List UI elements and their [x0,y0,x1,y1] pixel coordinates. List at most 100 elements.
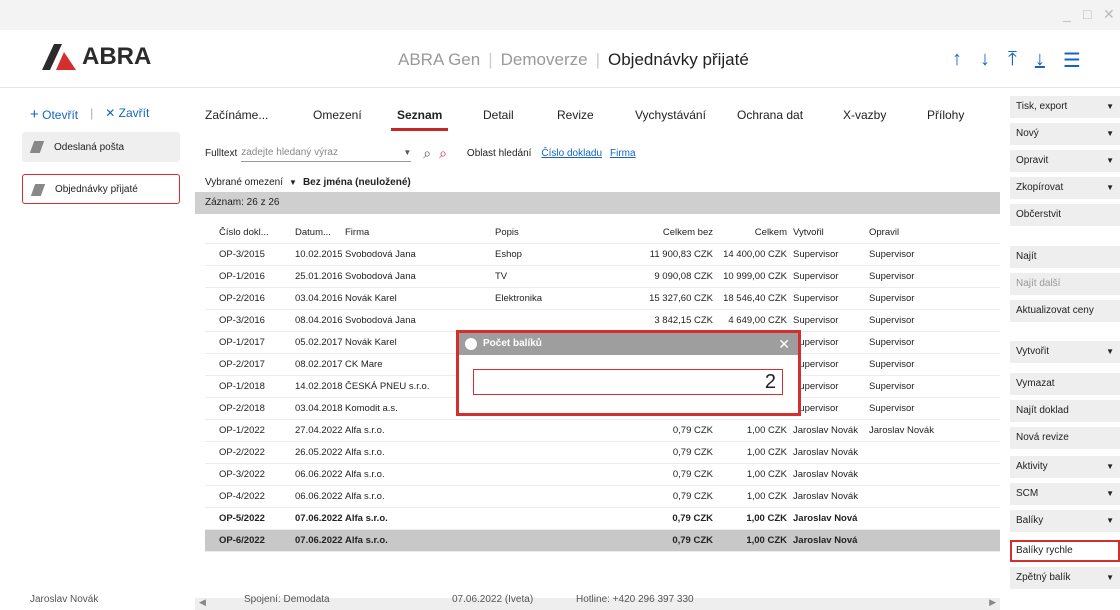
package-count-input[interactable]: 2 [473,369,783,395]
cell-doc-number: OP-3/2015 [219,249,265,260]
arrow-up-icon[interactable]: ↑ [952,48,962,73]
sidebar-item-odeslana-posta[interactable]: Odeslaná pošta [22,132,180,162]
action-button[interactable]: Opravit ▼ [1010,150,1120,172]
action-label: Najít doklad [1016,405,1069,416]
action-button[interactable]: Aktualizovat ceny [1010,300,1120,322]
close-label: Zavřít [118,106,150,120]
column-header[interactable]: Číslo dokl... [219,227,289,238]
tab-x-vazby[interactable]: X-vazby [843,108,886,122]
chevron-down-icon: ▼ [1106,183,1114,192]
table-row[interactable]: OP-3/2016 08.04.2016 Svobodová Jana 3 842,1… [205,310,1000,332]
action-button[interactable]: Najít další [1010,273,1120,295]
column-header[interactable]: Celkem bez [625,227,713,238]
sidebar-item-label: Objednávky přijaté [55,183,138,195]
sidebar-item-objednavky-prijate[interactable]: Objednávky přijaté [22,174,180,204]
cell-date: 07.06.2022 [295,535,343,546]
action-button[interactable]: Zkopírovat ▼ [1010,177,1120,199]
cell-doc-number: OP-3/2022 [219,469,265,480]
action-button[interactable]: Najít doklad [1010,400,1120,422]
cell-created-by: Supervisor [793,293,839,304]
close-icon[interactable]: ✕ [1103,6,1115,23]
clear-search-icon[interactable]: ⌕ [439,145,447,162]
cell-doc-number: OP-5/2022 [219,513,265,524]
action-button[interactable]: Vytvořit ▼ [1010,341,1120,363]
minimize-icon[interactable]: _ [1063,6,1071,22]
action-button[interactable]: Aktivity ▼ [1010,456,1120,478]
table-row[interactable]: OP-3/2022 06.06.2022 Alfa s.r.o. 0,79 CZK 1,… [205,464,1000,486]
search-icon[interactable]: ⌕ [423,145,431,162]
column-header[interactable]: Popis [495,227,585,238]
chevron-down-icon: ▼ [1106,489,1114,498]
fulltext-label: Fulltext [205,147,238,159]
tab-prilohy[interactable]: Přílohy [927,108,964,122]
cell-total-net: 0,79 CZK [672,425,713,436]
cell-company: Alfa s.r.o. [345,491,385,502]
table-row[interactable]: OP-1/2016 25.01.2016 Svobodová Jana TV 9 090… [205,266,1000,288]
tab-zaciname[interactable]: Začínáme... [205,108,268,122]
action-button[interactable]: Občerstvit [1010,204,1120,226]
status-user: Jaroslav Novák [30,594,99,605]
table-row[interactable]: OP-3/2015 10.02.2015 Svobodová Jana Eshop 11… [205,244,1000,266]
cell-date: 27.04.2022 [295,425,343,436]
cell-created-by: Jaroslav Novák [793,425,858,436]
column-header[interactable]: Celkem [717,227,787,238]
action-button[interactable]: SCM ▼ [1010,483,1120,505]
column-header[interactable]: Opravil [869,227,949,238]
abra-logo: ABRA [42,42,151,72]
action-button[interactable]: Balíky ▼ [1010,510,1120,532]
cell-company: Alfa s.r.o. [345,469,385,480]
arrow-down-icon[interactable]: ↓ [980,48,990,73]
search-area-company[interactable]: Firma [610,148,636,159]
tab-revize[interactable]: Revize [557,108,594,122]
column-header[interactable]: Firma [345,227,435,238]
status-hotline: Hotline: +420 296 397 330 [576,594,694,605]
filter-value[interactable]: Bez jména (neuložené) [303,177,411,188]
table-row[interactable]: OP-1/2022 27.04.2022 Alfa s.r.o. 0,79 CZK 1,… [205,420,1000,442]
maximize-icon[interactable]: □ [1083,6,1091,22]
cell-date: 10.02.2015 [295,249,343,260]
action-button[interactable]: Nová revize [1010,427,1120,449]
menu-icon[interactable]: ☰ [1063,48,1081,73]
cell-created-by: Jaroslav Novák [793,469,858,480]
tab-ochrana-dat[interactable]: Ochrana dat [737,108,803,122]
action-button[interactable]: Najít [1010,246,1120,268]
action-button[interactable]: Vymazat [1010,373,1120,395]
cell-total-net: 0,79 CZK [672,469,713,480]
cell-date: 08.02.2017 [295,359,343,370]
plus-icon: + [30,106,39,123]
dialog-title-bar: Počet balíků ✕ [459,333,798,355]
tab-omezeni[interactable]: Omezení [313,108,362,122]
action-button[interactable]: Zpětný balík ▼ [1010,567,1120,589]
action-button[interactable]: Balíky rychle [1010,540,1120,562]
cell-created-by: Supervisor [793,381,839,392]
cell-total: 1,00 CZK [746,447,787,458]
abra-logo-icon [42,44,76,70]
breadcrumb-separator: | [488,50,493,69]
table-row[interactable]: OP-2/2016 03.04.2016 Novák Karel Elektronik… [205,288,1000,310]
arrow-bottom-icon[interactable]: ↓ [1035,48,1045,73]
title-bar: _ □ ✕ [0,0,1120,30]
cell-doc-number: OP-6/2022 [219,535,265,546]
table-row[interactable]: OP-5/2022 07.06.2022 Alfa s.r.o. 0,79 CZK 1,… [205,508,1000,530]
tab-vychystavani[interactable]: Vychystávání [635,108,706,122]
tab-seznam[interactable]: Seznam [390,108,449,131]
table-row[interactable]: OP-4/2022 06.06.2022 Alfa s.r.o. 0,79 CZK 1,… [205,486,1000,508]
arrow-top-icon[interactable]: ⤒ [1008,48,1017,73]
search-input[interactable]: zadejte hledaný výraz ▼ [241,144,412,162]
table-row[interactable]: OP-2/2022 26.05.2022 Alfa s.r.o. 0,79 CZK 1,… [205,442,1000,464]
cell-company: Alfa s.r.o. [345,425,385,436]
action-button[interactable]: Tisk, export ▼ [1010,96,1120,118]
column-header[interactable]: Vytvořil [793,227,865,238]
close-button[interactable]: ✕ Zavřít [105,106,149,123]
action-button[interactable]: Nový ▼ [1010,123,1120,145]
page-title: Objednávky přijaté [607,50,749,69]
cell-doc-number: OP-2/2022 [219,447,265,458]
cell-date: 03.04.2016 [295,293,343,304]
tab-detail[interactable]: Detail [483,108,514,122]
open-button[interactable]: + Otevřít [30,106,78,123]
search-area-document-number[interactable]: Číslo dokladu [541,148,602,159]
cell-total: 1,00 CZK [746,535,787,546]
table-row[interactable]: OP-6/2022 07.06.2022 Alfa s.r.o. 0,79 CZK 1,… [205,530,1000,552]
chevron-down-icon[interactable]: ▼ [289,178,297,187]
close-icon[interactable]: ✕ [778,333,790,355]
